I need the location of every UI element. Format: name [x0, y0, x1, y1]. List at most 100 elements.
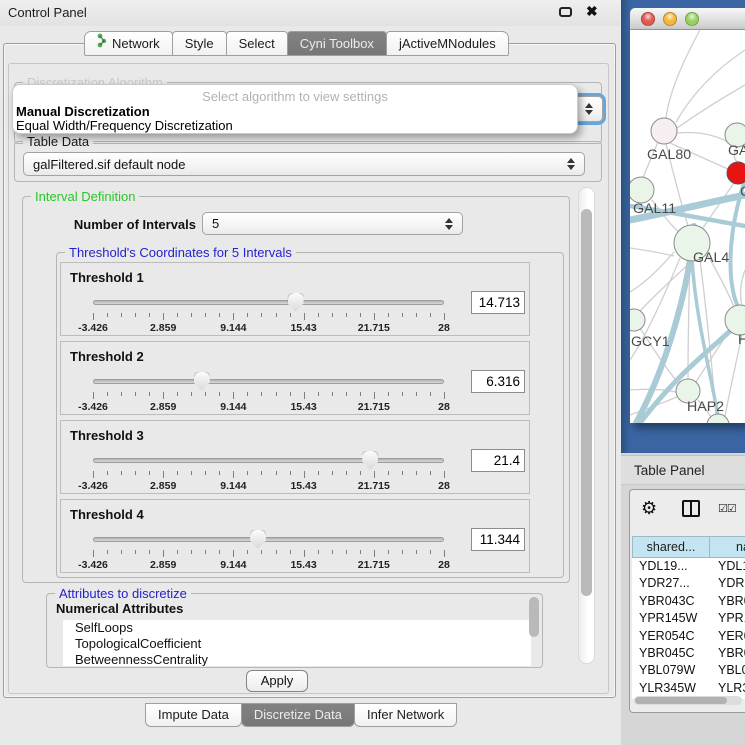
- tick-mark: [93, 392, 94, 399]
- tab-label: Network: [112, 32, 160, 56]
- menu-item-manual-discretization[interactable]: Manual Discretization: [16, 104, 150, 119]
- settings-scrollbar[interactable]: [578, 187, 595, 664]
- tick-mark: [107, 392, 108, 396]
- threshold-value-field[interactable]: 14.713: [471, 291, 525, 314]
- network-node-label: HAP2: [687, 399, 724, 415]
- tick-mark: [107, 550, 108, 554]
- tick-mark: [93, 313, 94, 320]
- tab-infer-network[interactable]: Infer Network: [354, 703, 457, 727]
- tick-label: 9.144: [220, 559, 246, 571]
- apply-button[interactable]: Apply: [246, 670, 308, 692]
- close-traffic-light-icon[interactable]: [641, 12, 655, 26]
- tick-label: 21.715: [358, 322, 390, 334]
- table-horizontal-scrollbar[interactable]: [634, 696, 742, 705]
- network-node[interactable]: [651, 118, 677, 144]
- table-row[interactable]: YBR045CYBR0: [632, 645, 745, 662]
- network-canvas[interactable]: GAL80GACGAL11GAL4GCY1HHAP2: [630, 30, 745, 423]
- tick-mark: [332, 392, 333, 396]
- table-data-combobox[interactable]: galFiltered.sif default node: [23, 152, 585, 176]
- tab-network[interactable]: Network: [84, 31, 173, 56]
- network-node-label: GAL80: [647, 147, 691, 163]
- hscrollbar-thumb[interactable]: [635, 697, 727, 704]
- tab-cyni-toolbox[interactable]: Cyni Toolbox: [287, 31, 387, 56]
- table-row[interactable]: YLR345WYLR3: [632, 680, 745, 697]
- combo-arrows-icon: [585, 103, 593, 115]
- checkboxes-icon[interactable]: ☑☑: [718, 502, 736, 515]
- slider-thumb[interactable]: [194, 372, 210, 391]
- threshold-slider[interactable]: -3.4262.8599.14415.4321.71528: [93, 530, 444, 570]
- tab-style[interactable]: Style: [172, 31, 227, 56]
- slider-track[interactable]: [93, 300, 444, 305]
- table-row[interactable]: YDL19...YDL1: [632, 558, 745, 575]
- slider-thumb[interactable]: [288, 293, 304, 312]
- slider-track[interactable]: [93, 379, 444, 384]
- tick-mark: [177, 550, 178, 554]
- tick-mark: [261, 392, 262, 396]
- tick-mark: [360, 550, 361, 554]
- table-row[interactable]: YER054CYER0: [632, 628, 745, 645]
- threshold-value-field[interactable]: 6.316: [471, 370, 525, 393]
- tab-impute-data[interactable]: Impute Data: [145, 703, 242, 727]
- slider-tick-labels: -3.4262.8599.14415.4321.71528: [93, 322, 444, 334]
- tick-mark: [374, 313, 375, 320]
- network-node[interactable]: [727, 162, 745, 184]
- attribute-item[interactable]: BetweennessCentrality: [63, 652, 531, 666]
- threshold-label: Threshold 4: [70, 507, 144, 522]
- table-row[interactable]: YPR145WYPR1: [632, 610, 745, 627]
- cell-shared-name: YER054C: [632, 628, 710, 645]
- tab-select[interactable]: Select: [226, 31, 288, 56]
- menu-item-equal-width-frequency[interactable]: Equal Width/Frequency Discretization: [16, 118, 233, 133]
- network-node[interactable]: [630, 177, 654, 203]
- slider-thumb[interactable]: [250, 530, 266, 549]
- network-edge: [741, 270, 745, 306]
- close-icon[interactable]: ✖: [586, 3, 598, 20]
- tick-mark: [416, 550, 417, 554]
- tick-mark: [346, 471, 347, 475]
- slider-thumb[interactable]: [362, 451, 378, 470]
- tick-mark: [318, 313, 319, 317]
- tick-label: 15.43: [290, 559, 316, 571]
- threshold-value-field[interactable]: 11.344: [471, 528, 525, 551]
- gear-icon[interactable]: ⚙: [641, 499, 657, 517]
- slider-track[interactable]: [93, 537, 444, 542]
- float-window-icon[interactable]: [559, 7, 572, 17]
- tick-mark: [163, 550, 164, 557]
- tick-mark: [402, 392, 403, 396]
- threshold-value-field[interactable]: 21.4: [471, 449, 525, 472]
- minimize-traffic-light-icon[interactable]: [663, 12, 677, 26]
- attribute-item[interactable]: SelfLoops: [63, 620, 531, 636]
- tab-label: Select: [239, 32, 275, 56]
- slider-ticks: [93, 392, 444, 400]
- tick-mark: [276, 313, 277, 317]
- control-panel-window: Control Panel ✖ NetworkStyleSelectCyni T…: [0, 0, 620, 745]
- tick-mark: [191, 392, 192, 396]
- tick-mark: [304, 550, 305, 557]
- scrollbar-thumb[interactable]: [581, 209, 592, 596]
- tab-discretize-data[interactable]: Discretize Data: [241, 703, 355, 727]
- network-node[interactable]: [630, 309, 645, 331]
- tick-mark: [121, 550, 122, 554]
- threshold-slider[interactable]: -3.4262.8599.14415.4321.71528: [93, 372, 444, 412]
- table-row[interactable]: YBL079WYBL0: [632, 662, 745, 679]
- threshold-slider[interactable]: -3.4262.8599.14415.4321.71528: [93, 451, 444, 491]
- column-header-shared[interactable]: shared...: [632, 536, 710, 558]
- tick-mark: [374, 392, 375, 399]
- columns-icon[interactable]: [682, 500, 700, 517]
- zoom-traffic-light-icon[interactable]: [685, 12, 699, 26]
- table-row[interactable]: YDR27...YDR2: [632, 575, 745, 592]
- number-of-intervals-combobox[interactable]: 5: [202, 212, 463, 235]
- table-row[interactable]: YBR043CYBR0: [632, 593, 745, 610]
- tick-mark: [304, 471, 305, 478]
- attributes-scrollbar-thumb[interactable]: [529, 597, 539, 637]
- threshold-slider[interactable]: -3.4262.8599.14415.4321.71528: [93, 293, 444, 333]
- tick-mark: [444, 392, 445, 399]
- column-header-name[interactable]: na: [710, 536, 745, 558]
- tick-mark: [247, 471, 248, 475]
- tick-label: 28: [438, 401, 450, 413]
- tick-label: 21.715: [358, 559, 390, 571]
- tick-mark: [107, 471, 108, 475]
- attribute-item[interactable]: TopologicalCoefficient: [63, 636, 531, 652]
- numerical-attributes-list[interactable]: SelfLoopsTopologicalCoefficientBetweenne…: [63, 620, 531, 666]
- tab-jactivemnodules[interactable]: jActiveMNodules: [386, 31, 509, 56]
- slider-track[interactable]: [93, 458, 444, 463]
